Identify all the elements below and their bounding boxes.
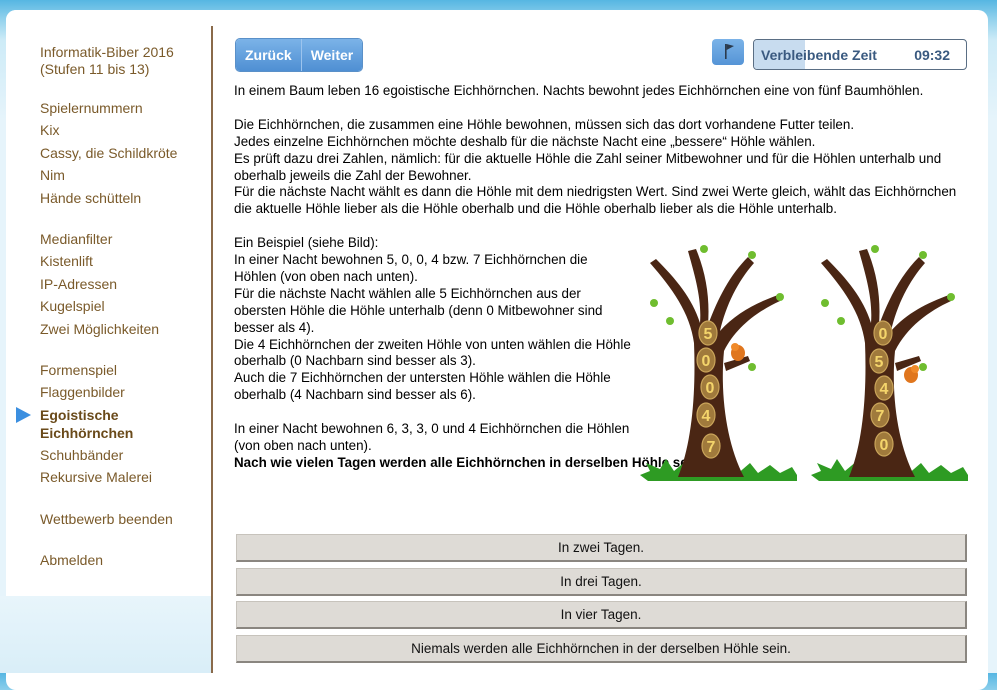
current-task-arrow-icon (16, 406, 31, 423)
hole-count: 5 (704, 326, 713, 343)
hole-count: 0 (702, 353, 711, 370)
sidebar-item[interactable]: Flaggenbilder (40, 381, 210, 403)
answer-option-button[interactable]: In drei Tagen. (236, 567, 967, 596)
timer-label: Verbleibende Zeit (761, 47, 877, 63)
sidebar-item[interactable]: IP-Adressen (40, 273, 210, 295)
sidebar-item[interactable]: Wettbewerb beenden (40, 508, 210, 530)
contest-title: Informatik-Biber 2016 (Stufen 11 bis 13) (40, 44, 174, 77)
sidebar-item[interactable]: Schuhbänder (40, 444, 210, 466)
nav-group: Formenspiel Flaggenbilder Egoistische Eich… (16, 359, 210, 489)
sidebar-nav: Informatik-Biber 2016 (Stufen 11 bis 13)… (16, 44, 210, 572)
sidebar-item[interactable]: Abmelden (40, 549, 210, 571)
task-paragraph: Für die nächste Nacht wählt es dann die … (234, 184, 957, 217)
answer-option-button[interactable]: In zwei Tagen. (236, 534, 967, 562)
time-remaining: Verbleibende Zeit 09:32 (753, 39, 967, 70)
hole-count: 4 (880, 381, 889, 398)
back-button[interactable]: Zurück (236, 39, 302, 71)
sidebar-item-active[interactable]: Egoistische Eichhörnchen (40, 404, 210, 444)
task-paragraph: Jedes einzelne Eichhörnchen möchte desha… (234, 133, 816, 149)
sidebar-item[interactable]: Nim (40, 164, 210, 186)
scenario-text: In einer Nacht bewohnen 6, 3, 3, 0 und 4… (234, 421, 630, 453)
sidebar-item[interactable]: Kugelspiel (40, 295, 210, 317)
divider (211, 26, 213, 673)
tree-left: 5 0 0 4 7 (640, 245, 797, 481)
hole-count: 4 (702, 408, 711, 425)
sidebar-item[interactable]: Hände schütteln (40, 187, 210, 209)
nav-group: Abmelden (40, 549, 210, 571)
flag-icon (725, 44, 734, 59)
sidebar-item[interactable]: Formenspiel (40, 359, 210, 381)
sidebar-item[interactable]: Medianfilter (40, 228, 210, 250)
hole-count: 0 (706, 380, 715, 397)
nav-group: Spielernummern Kix Cassy, die Schildkröte N… (40, 97, 210, 209)
timer-value: 09:32 (914, 47, 950, 63)
example-text: In einer Nacht bewohnen 5, 0, 0, 4 bzw. … (234, 252, 588, 284)
tree-illustration: 5 0 0 4 7 0 5 4 7 0 (640, 245, 968, 481)
example-text: Für die nächste Nacht wählen alle 5 Eich… (234, 285, 603, 335)
flag-button[interactable] (712, 39, 744, 65)
next-button[interactable]: Weiter (301, 39, 363, 71)
hole-count: 7 (707, 439, 716, 456)
example-text: Auch die 7 Eichhörnchen der untersten Hö… (234, 370, 611, 403)
sidebar-item[interactable]: Cassy, die Schildkröte (40, 142, 210, 164)
nav-group: Medianfilter Kistenlift IP-Adressen Kugelsp… (40, 228, 210, 340)
sidebar-item[interactable]: Zwei Möglichkeiten (40, 318, 210, 340)
nav-group: Wettbewerb beenden (40, 508, 210, 530)
tree-right: 0 5 4 7 0 (811, 245, 968, 481)
sidebar-item[interactable]: Rekursive Malerei (40, 466, 210, 488)
navigation-buttons: Zurück Weiter (235, 38, 364, 72)
sidebar-item[interactable]: Kix (40, 119, 210, 141)
hole-count: 0 (879, 326, 888, 343)
answer-option-button[interactable]: In vier Tagen. (236, 601, 967, 629)
hole-count: 7 (876, 408, 885, 425)
task-intro: In einem Baum leben 16 egoistische Eichh… (234, 83, 924, 98)
sidebar-item[interactable]: Kistenlift (40, 250, 210, 272)
hole-count: 0 (880, 437, 889, 454)
hole-count: 5 (875, 354, 884, 371)
answer-options: In zwei Tagen. In drei Tagen. In vier Tage… (236, 534, 967, 668)
answer-option-button[interactable]: Niemals werden alle Eichhörnchen in der … (236, 634, 967, 663)
example-text: Die 4 Eichhörnchen der zweiten Höhle von… (234, 336, 631, 369)
squirrel-icon (904, 365, 919, 383)
task-paragraph: Die Eichhörnchen, die zusammen eine Höhl… (234, 116, 855, 132)
task-paragraph: Es prüft dazu drei Zahlen, nämlich: für … (234, 150, 942, 183)
squirrel-icon (731, 343, 745, 361)
sidebar-item[interactable]: Spielernummern (40, 97, 210, 119)
example-title: Ein Beispiel (siehe Bild): (234, 235, 379, 251)
